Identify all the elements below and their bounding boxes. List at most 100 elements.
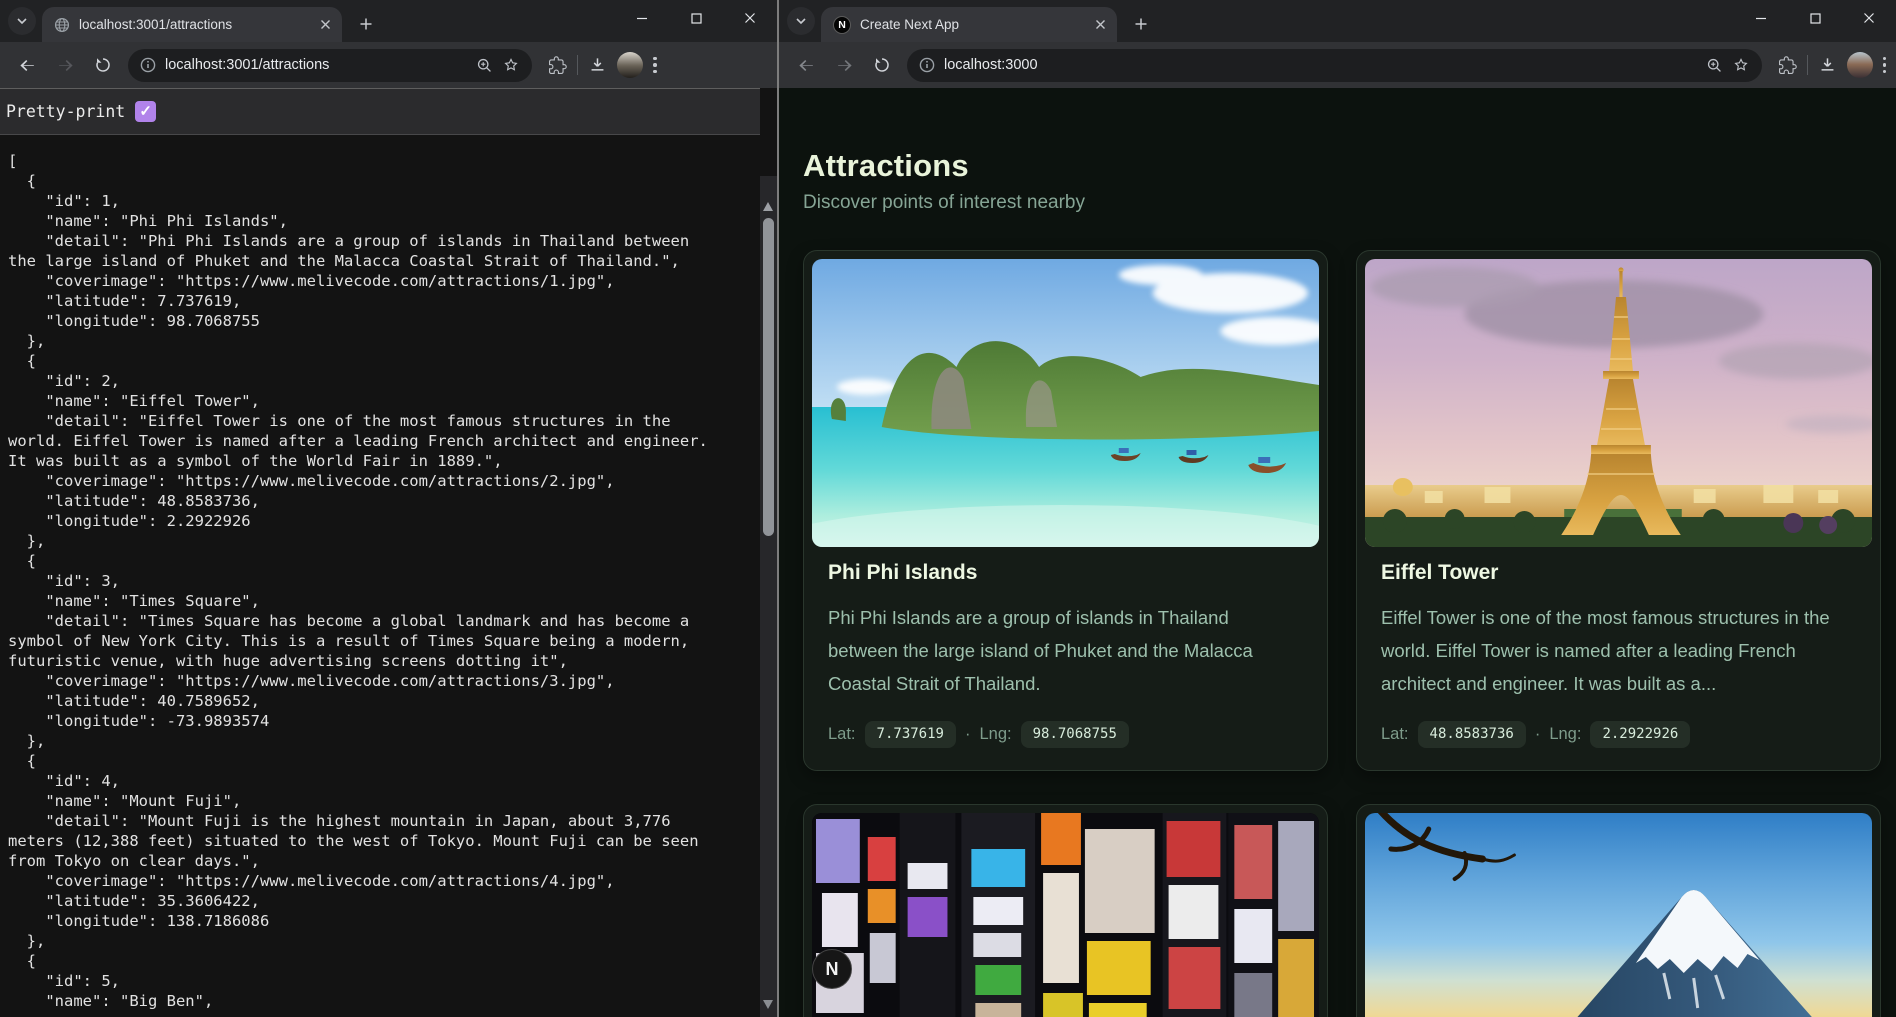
close-window-button[interactable] (1842, 0, 1896, 36)
longitude-badge: 98.7068755 (1021, 721, 1129, 748)
maximize-button[interactable] (1788, 0, 1842, 36)
downloads-icon[interactable] (588, 56, 607, 75)
forward-button[interactable] (48, 48, 82, 82)
toolbar-separator (577, 55, 578, 75)
json-line: symbol of New York City. This is a resul… (8, 631, 777, 651)
site-info-icon[interactable] (140, 57, 156, 73)
site-info-icon[interactable] (919, 57, 935, 73)
close-window-button[interactable] (723, 0, 777, 36)
json-line: "longitude": 2.2922926 (8, 511, 777, 531)
browser-window-app: N Create Next App (777, 0, 1896, 1017)
tab-search-button[interactable] (787, 7, 815, 35)
json-line: "latitude": 7.737619, (8, 291, 777, 311)
back-icon (18, 56, 37, 75)
bookmark-star-icon[interactable] (1732, 56, 1750, 74)
json-line: { (8, 171, 777, 191)
attraction-card-mount-fuji[interactable] (1356, 804, 1881, 1017)
forward-icon (56, 56, 75, 75)
json-line: "name": "Big Ben", (8, 991, 777, 1011)
eiffel-tower-image (1365, 259, 1872, 547)
json-line: "detail": "Mount Fuji is the highest mou… (8, 811, 777, 831)
new-tab-button[interactable] (1127, 10, 1155, 38)
json-line: "id": 1, (8, 191, 777, 211)
json-body: [ { "id": 1, "name": "Phi Phi Islands", … (0, 135, 777, 1011)
profile-avatar[interactable] (1847, 52, 1873, 78)
zoom-icon[interactable] (476, 57, 493, 74)
json-line: }, (8, 331, 777, 351)
json-line: "longitude": 98.7068755 (8, 311, 777, 331)
extensions-icon[interactable] (1778, 56, 1797, 75)
address-bar[interactable]: localhost:3000 (907, 49, 1762, 82)
separator-dot: · (1535, 725, 1541, 744)
card-coordinates: Lat: 48.8583736 · Lng: 2.2922926 (1381, 721, 1856, 748)
json-line: "detail": "Phi Phi Islands are a group o… (8, 231, 777, 251)
json-line: "longitude": -73.9893574 (8, 711, 777, 731)
pretty-print-checkbox[interactable]: ✓ (135, 101, 156, 122)
forward-icon (835, 56, 854, 75)
reload-button[interactable] (865, 48, 899, 82)
latitude-badge: 48.8583736 (1418, 721, 1526, 748)
json-line: [ (8, 151, 777, 171)
chevron-down-icon (795, 15, 807, 27)
times-square-image (812, 813, 1319, 1017)
separator-dot: · (965, 725, 971, 744)
attraction-card-eiffel[interactable]: Eiffel Tower Eiffel Tower is one of the … (1356, 250, 1881, 771)
attraction-card-times-square[interactable] (803, 804, 1328, 1017)
attraction-card-phi-phi[interactable]: Phi Phi Islands Phi Phi Islands are a gr… (803, 250, 1328, 771)
new-tab-button[interactable] (352, 10, 380, 38)
window-controls (1734, 0, 1896, 36)
scrollbar-thumb[interactable] (763, 218, 774, 536)
screen: localhost:3001/attractions (0, 0, 1896, 1017)
reload-button[interactable] (86, 48, 120, 82)
json-line: }, (8, 531, 777, 551)
downloads-icon[interactable] (1818, 56, 1837, 75)
longitude-badge: 2.2922926 (1590, 721, 1690, 748)
app-viewport: Attractions Discover points of interest … (779, 88, 1896, 1017)
tab-close-button[interactable] (1091, 16, 1109, 34)
json-line: "coverimage": "https://www.melivecode.co… (8, 471, 777, 491)
lat-label: Lat: (828, 725, 856, 744)
json-line: "coverimage": "https://www.melivecode.co… (8, 871, 777, 891)
json-line: "latitude": 48.8583736, (8, 491, 777, 511)
mount-fuji-image (1365, 813, 1872, 1017)
url-text[interactable]: localhost:3001/attractions (165, 57, 467, 73)
chevron-down-icon (16, 15, 28, 27)
tab-close-button[interactable] (316, 16, 334, 34)
extensions-icon[interactable] (548, 56, 567, 75)
forward-button[interactable] (827, 48, 861, 82)
tab-search-button[interactable] (8, 7, 36, 35)
address-bar[interactable]: localhost:3001/attractions (128, 49, 532, 82)
tab-create-next-app[interactable]: N Create Next App (821, 7, 1117, 42)
url-text[interactable]: localhost:3000 (944, 57, 1697, 73)
close-icon (744, 12, 756, 24)
bookmark-star-icon[interactable] (502, 56, 520, 74)
json-line: { (8, 551, 777, 571)
scroll-down-arrow-icon[interactable] (763, 1000, 773, 1009)
minimize-button[interactable] (1734, 0, 1788, 36)
menu-icon[interactable] (1883, 57, 1887, 74)
tab-strip: N Create Next App (779, 0, 1896, 42)
nextjs-devtools-button[interactable]: N (812, 949, 852, 989)
pretty-print-bar: Pretty-print ✓ (0, 88, 760, 135)
scroll-up-arrow-icon[interactable] (763, 202, 773, 211)
maximize-button[interactable] (669, 0, 723, 36)
card-detail: Eiffel Tower is one of the most famous s… (1381, 601, 1856, 700)
json-line: the large island of Phuket and the Malac… (8, 251, 777, 271)
zoom-icon[interactable] (1706, 57, 1723, 74)
scrollbar[interactable] (760, 176, 777, 1017)
json-line: meters (12,388 feet) situated to the wes… (8, 831, 777, 851)
profile-avatar[interactable] (617, 52, 643, 78)
json-line: { (8, 951, 777, 971)
menu-icon[interactable] (653, 57, 657, 74)
latitude-badge: 7.737619 (865, 721, 956, 748)
back-button[interactable] (789, 48, 823, 82)
reload-icon (94, 56, 112, 74)
back-button[interactable] (10, 48, 44, 82)
json-line: { (8, 751, 777, 771)
minimize-button[interactable] (615, 0, 669, 36)
attractions-grid: Phi Phi Islands Phi Phi Islands are a gr… (803, 250, 1879, 1017)
browser-window-api: localhost:3001/attractions (0, 0, 777, 1017)
json-line: "detail": "Eiffel Tower is one of the mo… (8, 411, 777, 431)
tab-localhost-3001[interactable]: localhost:3001/attractions (42, 7, 342, 42)
json-line: "name": "Times Square", (8, 591, 777, 611)
